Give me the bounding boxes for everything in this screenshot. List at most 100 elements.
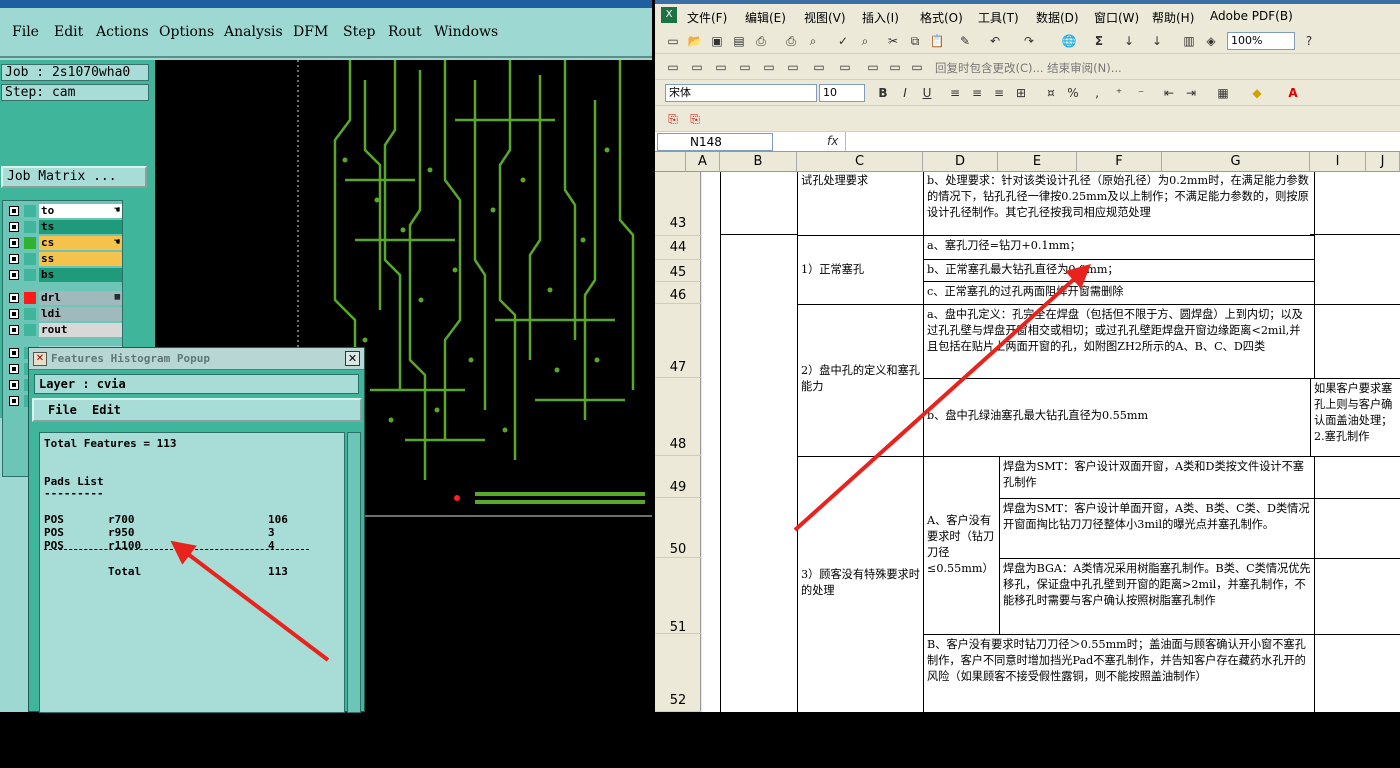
layer-color-swatch[interactable] — [24, 221, 36, 233]
pdf-convert-icon[interactable]: ⎘ — [665, 111, 681, 127]
row-header[interactable]: 44 — [655, 236, 701, 260]
popup-menu-file[interactable]: File — [48, 403, 77, 417]
layer-name[interactable]: ldi — [39, 307, 122, 321]
layer-row-rout[interactable]: rout — [3, 322, 124, 338]
close-icon[interactable]: ✕ — [345, 351, 360, 366]
layer-row-to[interactable]: to ☚ — [3, 203, 124, 219]
popup-scrollbar[interactable] — [347, 432, 361, 713]
cell-d47[interactable]: a、盘中孔定义：孔完全在焊盘（包括但不限于方、圆焊盘）上到内切；以及过孔孔壁与焊… — [923, 304, 1315, 379]
review-icon[interactable]: ▭ — [689, 59, 705, 75]
drawing-icon[interactable]: ◈ — [1203, 33, 1219, 49]
menu-actions[interactable]: Actions — [96, 24, 149, 40]
show-icon[interactable]: ▭ — [887, 59, 903, 75]
column-header[interactable]: F — [1077, 152, 1162, 172]
column-header[interactable]: C — [797, 152, 923, 172]
cell-d45[interactable]: b、正常塞孔最大钻孔直径为0.9mm； — [923, 259, 1315, 282]
layer-checkbox[interactable] — [9, 238, 19, 248]
row-header[interactable]: 43 — [655, 172, 701, 236]
layer-name[interactable]: ts — [39, 220, 122, 234]
row-header[interactable]: 45 — [655, 260, 701, 282]
zoom-select[interactable]: 100% — [1227, 32, 1295, 50]
row-header[interactable]: 51 — [655, 558, 701, 635]
layer-color-swatch[interactable] — [24, 292, 36, 304]
menu-help-cn[interactable]: 帮助(H) — [1152, 9, 1194, 26]
layer-color-swatch[interactable] — [24, 308, 36, 320]
layer-row-ldi[interactable]: ldi — [3, 306, 124, 322]
menu-file-cn[interactable]: 文件(F) — [687, 9, 727, 26]
percent-icon[interactable]: % — [1065, 85, 1081, 101]
layer-checkbox[interactable] — [9, 380, 19, 390]
row-header[interactable]: 49 — [655, 456, 701, 498]
fx-icon[interactable]: fx — [827, 134, 838, 148]
currency-icon[interactable]: ¤ — [1043, 85, 1059, 101]
cell-c44[interactable]: 1）正常塞孔 — [797, 235, 924, 305]
markup-icon[interactable]: ▭ — [811, 59, 827, 75]
column-header[interactable]: E — [998, 152, 1077, 172]
cell-e51[interactable]: 焊盘为BGA：A类情况采用树脂塞孔制作。B类、C类情况优先移孔，保证盘中孔孔壁到… — [999, 558, 1315, 635]
row-header[interactable]: 47 — [655, 304, 701, 378]
sort-descending-icon[interactable]: ↓ — [1149, 33, 1165, 49]
layer-checkbox[interactable] — [9, 396, 19, 406]
increase-decimal-icon[interactable]: ⁺ — [1111, 85, 1127, 101]
research-icon[interactable]: ⌕ — [857, 33, 873, 49]
layer-checkbox[interactable] — [9, 364, 19, 374]
menu-tools-cn[interactable]: 工具(T) — [978, 9, 1019, 26]
layer-name[interactable]: cs ☚ — [39, 236, 122, 250]
menu-dfm[interactable]: DFM — [293, 24, 328, 40]
compare-icon[interactable]: ▭ — [761, 59, 777, 75]
menu-insert-cn[interactable]: 插入(I) — [862, 9, 899, 26]
menu-edit[interactable]: Edit — [54, 24, 83, 40]
italic-icon[interactable]: I — [897, 85, 913, 101]
redo-icon[interactable]: ↷ — [1021, 33, 1037, 49]
sort-ascending-icon[interactable]: ↓ — [1121, 33, 1137, 49]
decrease-indent-icon[interactable]: ⇤ — [1161, 85, 1177, 101]
decrease-decimal-icon[interactable]: ⁻ — [1133, 85, 1149, 101]
layer-row-ss[interactable]: ss — [3, 251, 124, 267]
column-header[interactable]: J — [1366, 152, 1400, 172]
permission-icon[interactable]: ▤ — [731, 33, 747, 49]
formula-input[interactable] — [845, 132, 1398, 151]
cell-e50[interactable]: 焊盘为SMT：客户设计单面开窗，A类、B类、C类、D类情况开窗面掏比钻刀刀径整体… — [999, 498, 1315, 559]
menu-file[interactable]: File — [12, 24, 39, 40]
font-color-icon[interactable]: A — [1285, 85, 1301, 101]
layer-color-swatch[interactable] — [24, 269, 36, 281]
menu-options[interactable]: Options — [159, 24, 214, 40]
paste-icon[interactable]: 📋 — [929, 33, 945, 49]
layer-color-swatch[interactable] — [24, 205, 36, 217]
popup-title-bar[interactable]: ✕ Features Histogram Popup ✕ — [29, 348, 364, 370]
layer-row-bs[interactable]: bs — [3, 267, 124, 283]
align-right-icon[interactable]: ≡ — [991, 85, 1007, 101]
cell-c47[interactable]: 2）盘中孔的定义和塞孔能力 — [797, 304, 924, 457]
row-header[interactable]: 52 — [655, 634, 701, 712]
cell-d48[interactable]: b、盘中孔绿油塞孔最大钻孔直径为0.55mm — [923, 378, 1315, 457]
cell-e49[interactable]: 焊盘为SMT：客户设计双面开窗，A类和D类按文件设计不塞孔制作 — [999, 456, 1315, 499]
fill-color-icon[interactable]: ◆ — [1249, 85, 1265, 101]
increase-indent-icon[interactable]: ⇥ — [1183, 85, 1199, 101]
menu-rout[interactable]: Rout — [388, 24, 422, 40]
layer-checkbox[interactable] — [9, 348, 19, 358]
print-icon[interactable]: ⎙ — [753, 33, 769, 49]
track-icon[interactable]: ▭ — [837, 59, 853, 75]
row-header[interactable]: 46 — [655, 282, 701, 304]
layer-checkbox[interactable] — [9, 254, 19, 264]
layer-checkbox[interactable] — [9, 293, 19, 303]
layer-color-swatch[interactable] — [24, 324, 36, 336]
cell-i48[interactable]: 如果客户要求塞孔上则与客户确认面盖油处理；2.塞孔制作 — [1310, 378, 1400, 457]
name-box[interactable]: N148 — [657, 133, 773, 151]
end-review-icon[interactable]: ▭ — [785, 59, 801, 75]
layer-checkbox[interactable] — [9, 270, 19, 280]
layer-name[interactable]: to ☚ — [39, 204, 122, 218]
review-reply-text[interactable]: 回复时包含更改(C)... 结束审阅(N)... — [935, 60, 1122, 76]
menu-format-cn[interactable]: 格式(O) — [920, 9, 963, 26]
popup-menu-edit[interactable]: Edit — [92, 403, 121, 417]
column-header[interactable]: I — [1310, 152, 1366, 172]
chart-wizard-icon[interactable]: ▥ — [1181, 33, 1197, 49]
font-name-select[interactable]: 宋体 — [665, 84, 817, 102]
cell-c43[interactable]: 试孔处理要求 — [797, 172, 924, 236]
underline-icon[interactable]: U — [919, 85, 935, 101]
comma-icon[interactable]: , — [1089, 85, 1105, 101]
send-icon[interactable]: ▭ — [713, 59, 729, 75]
row-header[interactable]: 50 — [655, 498, 701, 558]
menu-analysis[interactable]: Analysis — [224, 24, 283, 40]
reply-icon[interactable]: ▭ — [737, 59, 753, 75]
